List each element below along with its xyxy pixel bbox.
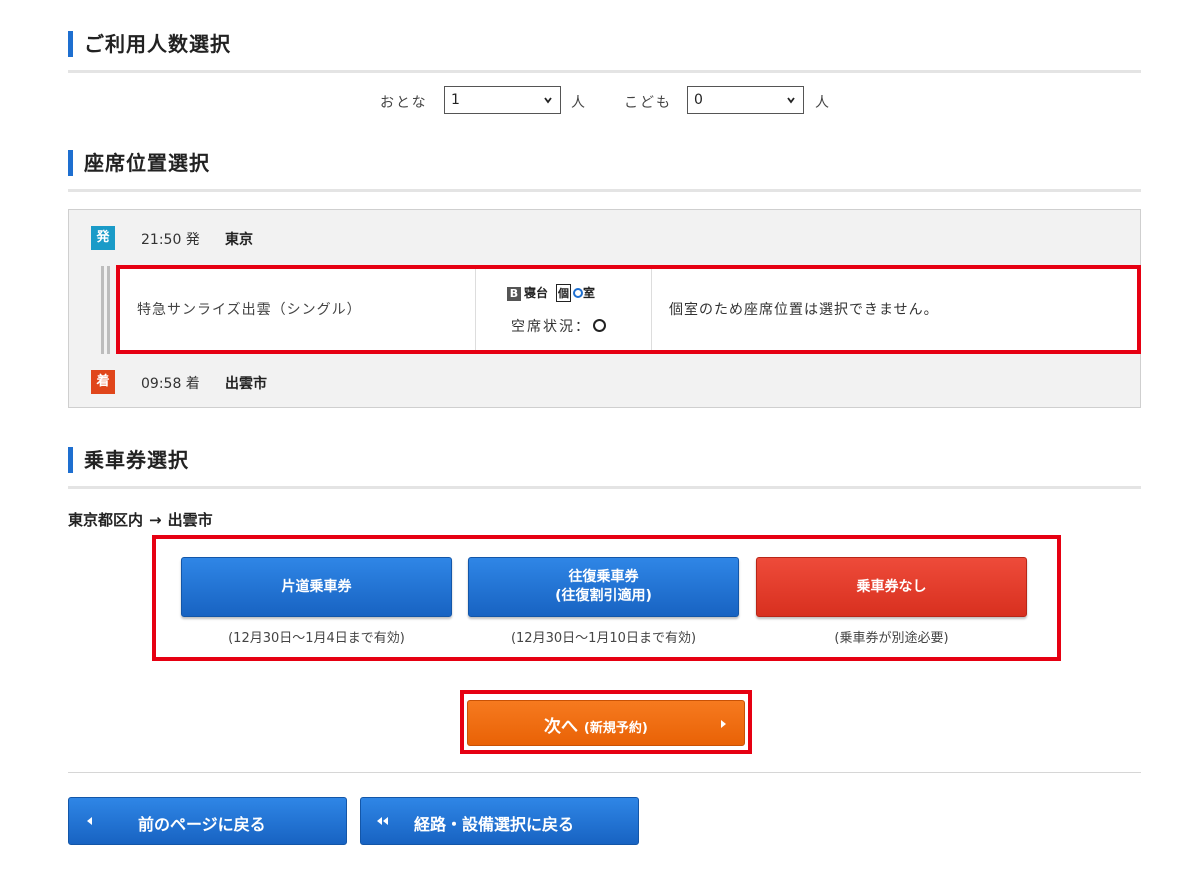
facility-b-badge: B — [507, 287, 521, 301]
chevron-down-icon — [544, 97, 552, 104]
train-detail: 特急サンライズ出雲（シングル） B 寝台個室 空席状況： 個室のため座席位置は選択… — [117, 266, 1141, 354]
section-seat-header: 座席位置選択 — [68, 144, 1141, 192]
itinerary-box: 発 21:50 発 東京 特急サンライズ出雲（シングル） B 寝台個室 空席状況：… — [68, 209, 1141, 408]
section-people-header: ご利用人数選択 — [68, 25, 1141, 73]
facility-room-type: 室 — [583, 286, 596, 300]
child-unit: 人 — [815, 95, 831, 111]
facility-room-badge: 個 — [556, 284, 572, 302]
footer-divider — [68, 772, 1141, 773]
next-sublabel: (新規予約) — [583, 721, 648, 736]
adult-label: おとな — [380, 95, 428, 111]
no-ticket-button[interactable]: 乗車券なし — [756, 557, 1027, 617]
adult-count-value: 1 — [451, 92, 460, 108]
route-arrow-icon: → — [149, 511, 162, 529]
back-route-label: 経路・設備選択に戻る — [414, 815, 575, 834]
ticket-option-label: 片道乗車券 — [281, 578, 352, 595]
cell-divider — [475, 267, 476, 353]
arrival-row: 着 09:58 着 出雲市 — [69, 354, 1140, 410]
facility-icons: B 寝台個室 — [507, 284, 595, 302]
child-label: こども — [624, 95, 672, 111]
ticket-route: 東京都区内 → 出雲市 — [68, 509, 213, 530]
ticket-option-sublabel: (往復割引適用) — [555, 588, 652, 604]
arrow-left-icon — [87, 817, 92, 825]
section-accent-bar — [68, 31, 73, 57]
available-circle-icon — [593, 319, 606, 332]
ticket-option-note: (12月30日～1月4日まで有効) — [228, 631, 405, 646]
one-way-ticket-button[interactable]: 片道乗車券 — [181, 557, 452, 617]
vacancy-label: 空席状況： — [511, 319, 591, 335]
departure-time: 21:50 発 — [141, 232, 200, 248]
facility-type: 寝台 — [524, 286, 549, 300]
section-title-people: ご利用人数選択 — [84, 32, 231, 56]
back-to-route-selection-button[interactable]: 経路・設備選択に戻る — [360, 797, 639, 845]
arrow-right-icon — [721, 720, 726, 728]
section-accent-bar — [68, 447, 73, 473]
section-title-seat: 座席位置選択 — [84, 151, 210, 175]
arrival-time: 09:58 着 — [141, 376, 200, 392]
child-count-select[interactable]: 0 — [687, 86, 804, 114]
section-accent-bar — [68, 150, 73, 176]
ticket-option-note: (乗車券が別途必要) — [834, 631, 949, 646]
section-ticket-header: 乗車券選択 — [68, 441, 1141, 489]
adult-count-select[interactable]: 1 — [444, 86, 561, 114]
cell-divider — [651, 267, 652, 353]
next-label: 次へ (新規予約) — [544, 717, 648, 737]
route-to: 出雲市 — [167, 511, 213, 529]
train-name: 特急サンライズ出雲（シングル） — [137, 302, 362, 318]
arrival-station: 出雲市 — [225, 376, 267, 392]
departure-station: 東京 — [225, 232, 253, 248]
route-line — [107, 266, 110, 354]
seat-note: 個室のため座席位置は選択できません。 — [669, 302, 939, 318]
round-trip-ticket-button[interactable]: 往復乗車券 (往復割引適用) — [468, 557, 739, 617]
route-line — [101, 266, 104, 354]
ticket-option-note: (12月30日～1月10日まで有効) — [510, 631, 697, 646]
next-new-reservation-button[interactable]: 次へ (新規予約) — [467, 700, 745, 746]
ticket-option-label: 往復乗車券 — [568, 569, 639, 585]
double-arrow-left-icon — [383, 817, 388, 825]
back-prev-label: 前のページに戻る — [138, 815, 266, 834]
route-from: 東京都区内 — [68, 511, 144, 529]
back-to-previous-page-button[interactable]: 前のページに戻る — [68, 797, 347, 845]
people-count-row: おとな 1 人 こども 0 人 — [0, 86, 1200, 116]
adult-unit: 人 — [571, 95, 587, 111]
double-arrow-left-icon — [377, 817, 382, 825]
ticket-option-label: 乗車券なし — [856, 578, 927, 595]
arrival-badge: 着 — [91, 370, 115, 394]
private-room-icon — [573, 288, 584, 298]
section-title-ticket: 乗車券選択 — [84, 448, 189, 472]
vacancy-status: 空席状況： — [511, 316, 606, 336]
chevron-down-icon — [787, 97, 795, 104]
departure-badge: 発 — [91, 226, 115, 250]
child-count-value: 0 — [694, 92, 703, 108]
departure-row: 発 21:50 発 東京 — [69, 210, 1140, 266]
train-segment-row: 特急サンライズ出雲（シングル） B 寝台個室 空席状況： 個室のため座席位置は選択… — [69, 266, 1141, 354]
